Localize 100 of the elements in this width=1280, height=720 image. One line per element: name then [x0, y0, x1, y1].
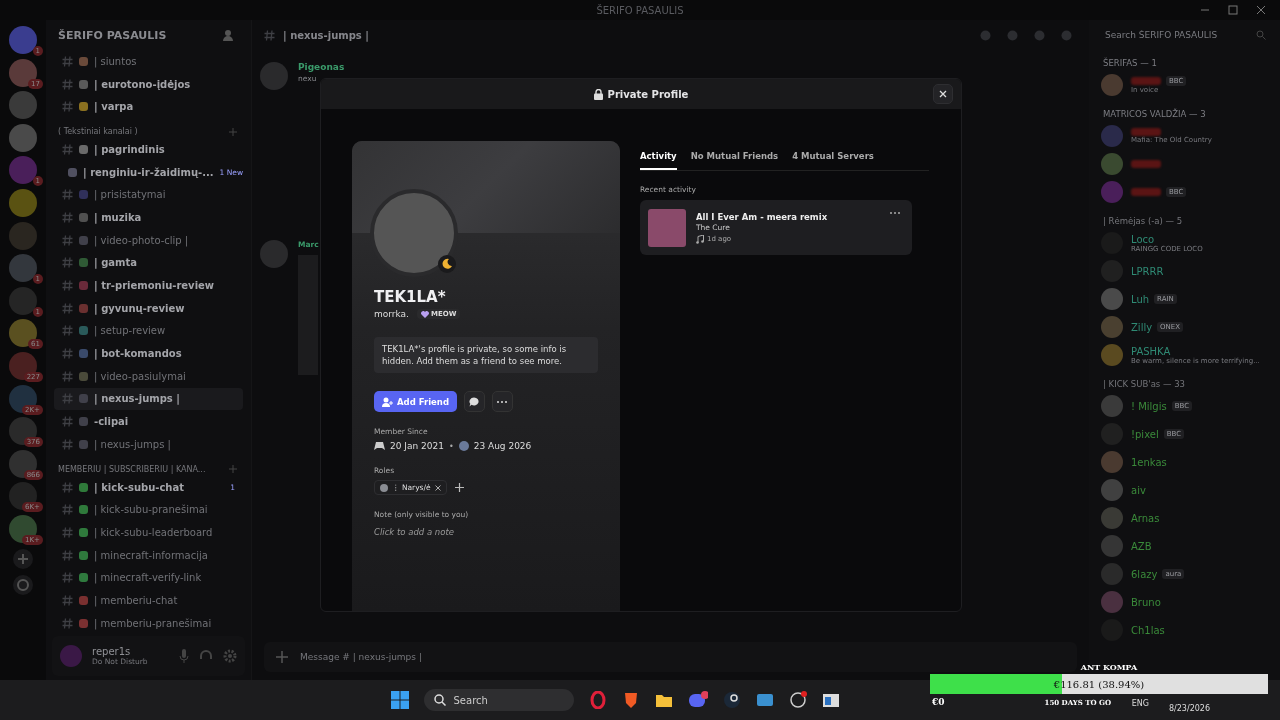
channel-name: | gyvunų-review	[94, 302, 186, 314]
hash-icon	[264, 29, 275, 41]
speech-bubble-icon	[469, 396, 480, 407]
toolbar-icon[interactable]	[1006, 28, 1019, 42]
hash-icon	[62, 481, 73, 493]
role-group-title: ŠERIFAS — 1	[1103, 58, 1158, 68]
remove-icon[interactable]	[434, 484, 441, 491]
channel-item[interactable]: | gyvunų-review	[54, 296, 243, 320]
channel-name: | kick-subu-chat	[94, 481, 185, 493]
goal-start: €0	[932, 697, 945, 707]
server-icon[interactable]	[9, 91, 37, 120]
member-name: Loco	[1131, 233, 1155, 245]
search-field[interactable]: Search ŠERIFO PASAULIS	[1103, 29, 1252, 41]
hash-icon	[62, 572, 73, 584]
channel-item[interactable]: | minecraft-informacija	[54, 543, 243, 567]
server-icon[interactable]	[9, 26, 37, 54]
maximize-icon[interactable]	[1228, 5, 1238, 15]
channel-item[interactable]: | minecraft-verify-link	[54, 566, 243, 590]
channel-name: | setup-review	[94, 325, 167, 337]
profile-tab[interactable]: No Mutual Friends	[690, 147, 779, 170]
channel-name: | kick-subu-pranešimai	[94, 504, 209, 516]
toolbar-icon[interactable]	[1033, 28, 1046, 42]
user-avatar[interactable]	[260, 62, 288, 90]
channel-item[interactable]: -clipai	[54, 410, 243, 433]
close-button[interactable]	[933, 84, 953, 104]
channel-item[interactable]: | setup-review	[54, 319, 243, 343]
note-field[interactable]: Click to add a note	[374, 527, 554, 537]
server-icon[interactable]	[9, 286, 37, 315]
channel-item[interactable]: | kick-subu-leaderboard	[54, 521, 243, 544]
ring-icon[interactable]	[588, 691, 607, 709]
server-icon[interactable]	[9, 254, 37, 283]
channel-title: | nexus-jumps |	[283, 29, 370, 41]
hash-icon	[62, 393, 73, 405]
member-item[interactable]: Arnas	[1097, 504, 1272, 532]
channel-item[interactable]: | muzika	[54, 206, 243, 229]
channel-name: | eurotono-įdėjos	[94, 78, 192, 90]
member-item[interactable]: Ch1las	[1097, 616, 1272, 644]
channel-item[interactable]: | eurotono-įdėjos	[54, 72, 243, 96]
member-item[interactable]: AZB	[1097, 532, 1272, 560]
more-icon	[497, 400, 508, 403]
microphone-icon[interactable]	[179, 649, 189, 663]
more-button[interactable]	[492, 391, 513, 412]
member-name: ! Milgis	[1131, 400, 1167, 412]
channel-item[interactable]: | video-pasiulymai	[54, 364, 243, 388]
close-icon[interactable]	[1256, 5, 1266, 15]
server-name[interactable]: ŠERIFO PASAULIS	[58, 28, 167, 42]
hash-icon	[62, 211, 73, 223]
add-icon[interactable]	[454, 483, 464, 492]
channel-name: | siuntos	[94, 55, 138, 67]
member-name: !pixel	[1131, 428, 1159, 440]
channel-item[interactable]: | gamta	[54, 251, 243, 275]
start-icon[interactable]	[390, 691, 409, 709]
member-name: 6lazy	[1131, 568, 1158, 580]
profile-tab[interactable]: 4 Mutual Servers	[792, 147, 874, 170]
user-avatar[interactable]	[260, 240, 288, 268]
search-field[interactable]: Search	[423, 689, 574, 711]
channel-item[interactable]: | tr-priemoniu-review	[54, 274, 243, 297]
channel-item[interactable]: | varpa	[54, 95, 243, 119]
channel-item[interactable]: | pagrindinis	[54, 138, 243, 161]
hash-icon	[62, 55, 73, 67]
channel-item[interactable]: | prisistatymai	[54, 183, 243, 207]
category-title[interactable]: ( Tekstiniai kanalai )	[58, 127, 138, 137]
language-indicator[interactable]: ENG	[1131, 699, 1149, 708]
member-item[interactable]: Bruno	[1097, 588, 1272, 616]
date-text[interactable]: 8/23/2026	[1168, 704, 1210, 713]
settings-icon[interactable]	[223, 649, 237, 663]
member-item[interactable]: aiv	[1097, 476, 1272, 504]
channel-item[interactable]: | nexus-jumps |	[54, 433, 243, 456]
channel-item[interactable]: | memberiu-pranešimai	[54, 611, 243, 635]
server-icon[interactable]	[9, 482, 37, 511]
member-item[interactable]: 1enkas	[1097, 448, 1272, 476]
member-item[interactable]: LPRRR	[1097, 257, 1272, 285]
channel-item[interactable]: | memberiu-chat	[54, 589, 243, 612]
channel-item[interactable]: | nexus-jumps |	[54, 387, 243, 411]
message-button[interactable]	[464, 391, 485, 412]
message-author[interactable]: Pigeonas	[298, 62, 345, 72]
window-app-icon[interactable]	[821, 691, 840, 709]
server-icon[interactable]	[9, 188, 37, 217]
channel-name: | nexus-jumps |	[94, 438, 172, 450]
modal-title: Private Profile	[607, 88, 689, 100]
channel-item[interactable]: | bot-komandos	[54, 342, 243, 365]
join-date: 20 Jan 2021	[390, 441, 444, 451]
server-icon[interactable]	[9, 384, 37, 413]
toolbar-icon[interactable]	[979, 28, 992, 42]
channel-item[interactable]: | siuntos	[54, 50, 243, 73]
separator-dot: •	[448, 441, 454, 451]
server-icon[interactable]	[9, 123, 37, 152]
server-icon[interactable]	[9, 514, 37, 543]
member-name: Bruno	[1131, 596, 1161, 608]
add-friend-button[interactable]: Add Friend	[374, 391, 457, 412]
hash-icon	[62, 526, 73, 538]
category-title[interactable]: MEMBERIU | SUBSCRIBERIU | KANA...	[58, 464, 206, 474]
invite-icon[interactable]	[223, 29, 235, 41]
member-name: 1enkas	[1131, 456, 1167, 468]
message-field[interactable]: Message # | nexus-jumps |	[300, 652, 600, 662]
toolbar-icon[interactable]	[1060, 28, 1073, 42]
profile-tab[interactable]: Activity	[640, 147, 677, 170]
channel-item[interactable]: | kick-subu-pranešimai	[54, 498, 243, 522]
server-icon[interactable]	[9, 156, 37, 185]
channel-item[interactable]: | video-photo-clip |	[54, 228, 243, 252]
